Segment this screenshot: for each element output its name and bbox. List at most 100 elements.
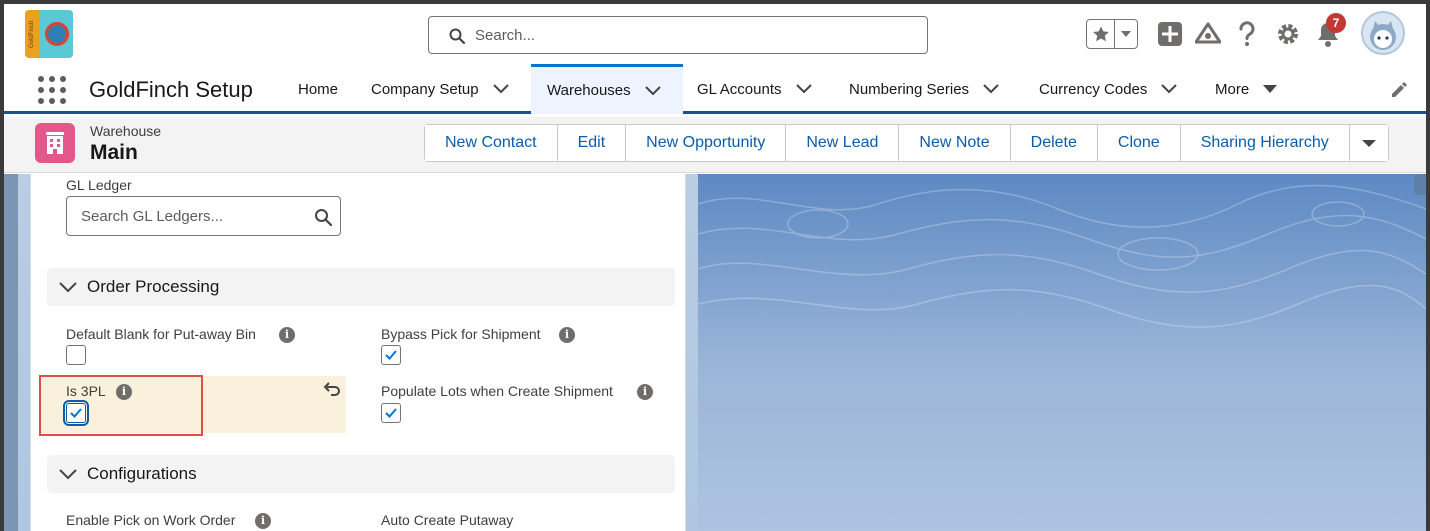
notification-count-badge: 7: [1326, 13, 1346, 33]
favorites-menu-button[interactable]: [1115, 20, 1137, 48]
global-create-button[interactable]: [1155, 19, 1185, 49]
logo-text: GoldFinch: [25, 10, 39, 58]
building-icon: [46, 132, 64, 154]
nav-tab-gl-accounts[interactable]: GL Accounts: [697, 64, 812, 114]
gear-icon: [1278, 24, 1298, 44]
delete-button[interactable]: Delete: [1010, 125, 1098, 161]
gl-ledger-label: GL Ledger: [66, 177, 132, 193]
new-lead-button[interactable]: New Lead: [786, 125, 900, 161]
nav-tab-label: Home: [298, 80, 339, 98]
checkmark-icon: [385, 350, 397, 360]
chevron-down-icon[interactable]: [1161, 81, 1178, 97]
populate-lots-label: Populate Lots when Create Shipment: [381, 383, 613, 399]
enable-pick-work-order-label: Enable Pick on Work Order: [66, 512, 236, 528]
favorite-star-button[interactable]: [1087, 20, 1115, 48]
waffle-dot: [60, 98, 66, 104]
pencil-icon[interactable]: [1390, 81, 1408, 99]
nav-tab-more[interactable]: More: [1215, 64, 1279, 114]
new-note-button[interactable]: New Note: [899, 125, 1011, 161]
nav-tab-numbering-series[interactable]: Numbering Series: [849, 64, 999, 114]
record-detail-form: GL Ledger Order Processing Default Blank…: [30, 174, 686, 531]
background-strip: [4, 174, 18, 531]
user-avatar[interactable]: [1361, 11, 1405, 55]
background-banner: [698, 174, 1426, 531]
undo-icon[interactable]: [323, 380, 341, 398]
chevron-down-icon[interactable]: [492, 81, 509, 97]
star-icon: [1092, 26, 1109, 42]
org-logo[interactable]: GoldFinch: [25, 10, 73, 58]
warehouse-object-icon: [35, 123, 75, 163]
info-icon[interactable]: i: [255, 513, 271, 529]
new-opportunity-button[interactable]: New Opportunity: [626, 125, 787, 161]
topographic-pattern: [698, 184, 1426, 328]
waffle-dot: [49, 87, 55, 93]
gl-ledger-search-input[interactable]: [81, 205, 301, 227]
help-button[interactable]: [1232, 19, 1262, 49]
checkmark-icon: [385, 408, 397, 418]
nav-tab-currency-codes[interactable]: Currency Codes: [1039, 64, 1178, 114]
record-object-type: Warehouse: [90, 123, 162, 139]
section-title: Configurations: [87, 464, 197, 483]
section-configurations[interactable]: Configurations: [47, 455, 675, 493]
caret-down-icon: [1121, 31, 1131, 37]
record-highlights: Warehouse Main New Contact Edit New Oppo…: [4, 117, 1426, 173]
waffle-dot: [49, 98, 55, 104]
chevron-down-icon: [59, 465, 77, 483]
chevron-down-icon[interactable]: [983, 81, 999, 97]
default-blank-putaway-label: Default Blank for Put-away Bin: [66, 326, 256, 342]
nav-tab-label: Warehouses: [547, 82, 631, 99]
edit-button[interactable]: Edit: [557, 125, 627, 161]
nav-tab-home[interactable]: Home: [298, 64, 338, 114]
waffle-dot: [38, 76, 44, 82]
chevron-down-icon[interactable]: [795, 81, 812, 97]
info-icon[interactable]: i: [279, 327, 295, 343]
caret-down-icon: [1361, 139, 1376, 147]
app-nav-bar: GoldFinch Setup Home Company Setup Wareh…: [4, 64, 1426, 114]
clone-button[interactable]: Clone: [1097, 125, 1181, 161]
waffle-dot: [38, 87, 44, 93]
search-input[interactable]: [475, 21, 915, 49]
gl-ledger-lookup[interactable]: [66, 196, 341, 236]
page-body: GL Ledger Order Processing Default Blank…: [4, 174, 1426, 531]
caret-down-icon[interactable]: [1263, 81, 1279, 97]
nav-tab-label: More: [1215, 80, 1250, 98]
new-contact-button[interactable]: New Contact: [425, 125, 558, 161]
chevron-down-icon[interactable]: [644, 83, 661, 99]
info-icon[interactable]: i: [637, 384, 653, 400]
bypass-pick-shipment-label: Bypass Pick for Shipment: [381, 326, 541, 342]
app-name: GoldFinch Setup: [89, 77, 253, 102]
sharing-hierarchy-button[interactable]: Sharing Hierarchy: [1180, 125, 1350, 161]
plus-icon: [1158, 22, 1182, 46]
nav-tab-company-setup[interactable]: Company Setup: [371, 64, 509, 114]
search-icon: [315, 209, 332, 226]
nav-tab-label: Company Setup: [371, 80, 479, 98]
nav-tab-label: GL Accounts: [697, 80, 782, 98]
auto-create-putaway-label: Auto Create Putaway: [381, 512, 514, 528]
waffle-dot: [60, 76, 66, 82]
help-icon: [1239, 21, 1255, 46]
bypass-pick-shipment-checkbox[interactable]: [381, 345, 401, 365]
trailhead-icon: [1195, 22, 1221, 44]
annotation-highlight-box: [39, 375, 203, 436]
trailhead-button[interactable]: [1193, 19, 1223, 49]
chevron-down-icon: [59, 278, 77, 296]
nav-tab-label: Currency Codes: [1039, 80, 1148, 98]
app-launcher-button[interactable]: [38, 76, 66, 104]
populate-lots-checkbox[interactable]: [381, 403, 401, 423]
globe-icon: [45, 22, 69, 46]
nav-tab-warehouses[interactable]: Warehouses: [531, 64, 683, 114]
utility-side-tab[interactable]: [1414, 174, 1426, 195]
astro-avatar-icon: [1370, 21, 1396, 50]
more-actions-button[interactable]: [1349, 125, 1388, 161]
default-blank-putaway-checkbox[interactable]: [66, 345, 86, 365]
section-order-processing[interactable]: Order Processing: [47, 268, 675, 306]
setup-button[interactable]: [1273, 19, 1303, 49]
info-icon[interactable]: i: [559, 327, 575, 343]
window-frame-right: [1426, 0, 1430, 531]
global-header: GoldFinch 7: [4, 4, 1426, 64]
section-title: Order Processing: [87, 277, 220, 296]
search-icon: [449, 28, 465, 44]
record-actions: New Contact Edit New Opportunity New Lea…: [424, 124, 1389, 162]
global-search[interactable]: [428, 16, 928, 54]
waffle-dot: [38, 98, 44, 104]
